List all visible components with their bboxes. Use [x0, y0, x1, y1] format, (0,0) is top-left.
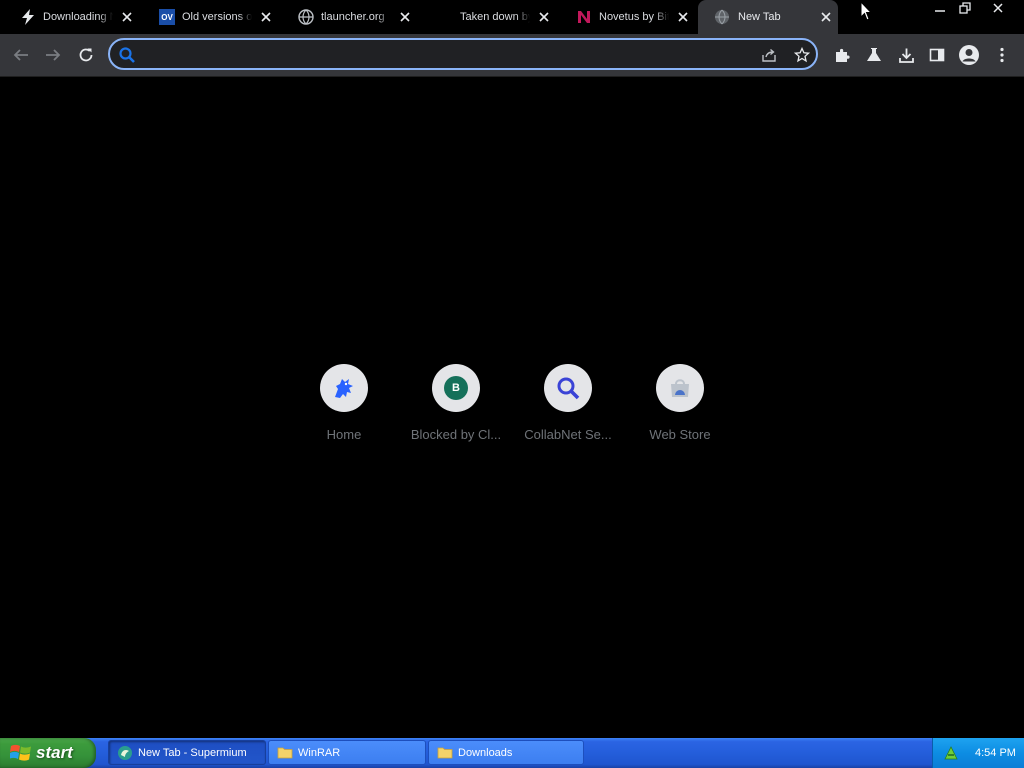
taskbar-button-label: WinRAR: [298, 746, 341, 759]
globe-icon: [715, 9, 729, 25]
shortcut-label: CollabNet Se...: [524, 427, 612, 442]
ov-logo-icon: OV: [159, 9, 175, 25]
extensions-button[interactable]: [829, 42, 855, 68]
windows-logo-icon: [10, 744, 31, 761]
supermium-icon: [118, 745, 132, 760]
tab-old-versions[interactable]: OV Old versions o: [139, 0, 278, 34]
magnifier-icon: [557, 377, 580, 400]
share-button[interactable]: [760, 46, 778, 64]
close-tab-icon[interactable]: [537, 10, 551, 24]
taskbar-button-winrar[interactable]: WinRAR: [268, 740, 426, 765]
arrow-left-icon: [13, 49, 28, 61]
tab-taken-down[interactable]: Taken down by: [417, 0, 556, 34]
taskbar-button-supermium[interactable]: New Tab - Supermium: [108, 740, 266, 765]
close-icon: [993, 3, 1003, 13]
shortcut-label: Web Store: [649, 427, 711, 442]
bookmark-star-button[interactable]: [793, 46, 811, 64]
downloads-button[interactable]: [893, 42, 919, 68]
close-tab-icon[interactable]: [676, 10, 690, 24]
shortcut-web-store[interactable]: Web Store: [624, 362, 736, 452]
restore-button[interactable]: [950, 0, 980, 16]
taskbar: start New Tab - Supermium WinRAR Downloa…: [0, 738, 1024, 768]
reload-button[interactable]: [73, 42, 99, 68]
labs-button[interactable]: [861, 42, 887, 68]
folder-icon: [277, 747, 293, 758]
restore-icon: [959, 2, 971, 14]
menu-button[interactable]: [989, 42, 1015, 68]
tab-strip: Downloading N OV Old versions o tlaunche…: [0, 0, 1024, 34]
tab-title: tlauncher.org: [321, 11, 385, 23]
download-icon: [898, 48, 914, 63]
close-tab-icon[interactable]: [398, 10, 412, 24]
close-tab-icon[interactable]: [259, 10, 273, 24]
tab-title: Downloading N: [43, 11, 113, 23]
start-button[interactable]: start: [0, 738, 96, 768]
kebab-menu-icon: [1000, 47, 1004, 63]
share-icon: [762, 48, 776, 62]
shortcut-home[interactable]: Home: [288, 362, 400, 452]
address-input[interactable]: [142, 44, 746, 66]
shortcut-icon-circle: B: [432, 364, 480, 412]
back-button[interactable]: [8, 42, 34, 68]
tab-novetus[interactable]: Novetus by Bit: [556, 0, 695, 34]
star-icon: [794, 47, 810, 63]
shortcut-icon-circle: [656, 364, 704, 412]
tab-title: Novetus by Bit: [599, 11, 669, 23]
system-tray: 4:54 PM: [932, 738, 1024, 768]
arrow-right-icon: [46, 49, 61, 61]
web-store-icon: [671, 379, 689, 397]
shortcut-collabnet[interactable]: CollabNet Se...: [512, 362, 624, 452]
puzzle-icon: [835, 48, 850, 62]
tab-title: Old versions o: [182, 11, 252, 23]
network-icon[interactable]: [943, 745, 959, 761]
minimize-icon: [935, 10, 945, 12]
letter-b-icon: B: [444, 376, 468, 400]
novetus-n-icon: [578, 11, 590, 23]
taskbar-button-label: Downloads: [458, 746, 513, 759]
start-label: start: [36, 743, 73, 762]
bolt-icon: [22, 9, 34, 25]
side-panel-icon: [929, 48, 945, 62]
shortcut-label: Blocked by Cl...: [410, 427, 502, 442]
browser-toolbar: [0, 34, 1024, 76]
tab-new-tab[interactable]: New Tab: [698, 0, 838, 34]
shortcut-blocked[interactable]: B Blocked by Cl...: [400, 362, 512, 452]
close-tab-icon[interactable]: [819, 10, 833, 24]
tab-title: Taken down by: [460, 11, 530, 23]
profile-button[interactable]: [956, 42, 982, 68]
tab-tlauncher[interactable]: tlauncher.org: [278, 0, 417, 34]
mouse-cursor-icon: [860, 1, 872, 21]
side-panel-button[interactable]: [924, 42, 950, 68]
new-tab-page: Home B Blocked by Cl... CollabNet Se... …: [0, 77, 1024, 738]
globe-icon: [298, 9, 314, 25]
taskbar-button-label: New Tab - Supermium: [138, 746, 247, 759]
address-bar[interactable]: [108, 38, 818, 70]
shortcut-icon-circle: [544, 364, 592, 412]
avatar-icon: [959, 45, 979, 65]
forward-button[interactable]: [40, 42, 66, 68]
flask-icon: [867, 48, 881, 61]
clock[interactable]: 4:54 PM: [975, 747, 1016, 759]
roblox-dino-icon: [335, 379, 353, 398]
search-icon: [119, 47, 135, 63]
reload-icon: [79, 48, 93, 62]
shortcut-icon-circle: [320, 364, 368, 412]
close-tab-icon[interactable]: [120, 10, 134, 24]
folder-icon: [437, 747, 453, 758]
close-window-button[interactable]: [983, 0, 1013, 16]
taskbar-button-downloads[interactable]: Downloads: [428, 740, 584, 765]
shortcut-label: Home: [326, 427, 362, 442]
tab-title: New Tab: [738, 11, 781, 23]
tab-downloading[interactable]: Downloading N: [0, 0, 139, 34]
